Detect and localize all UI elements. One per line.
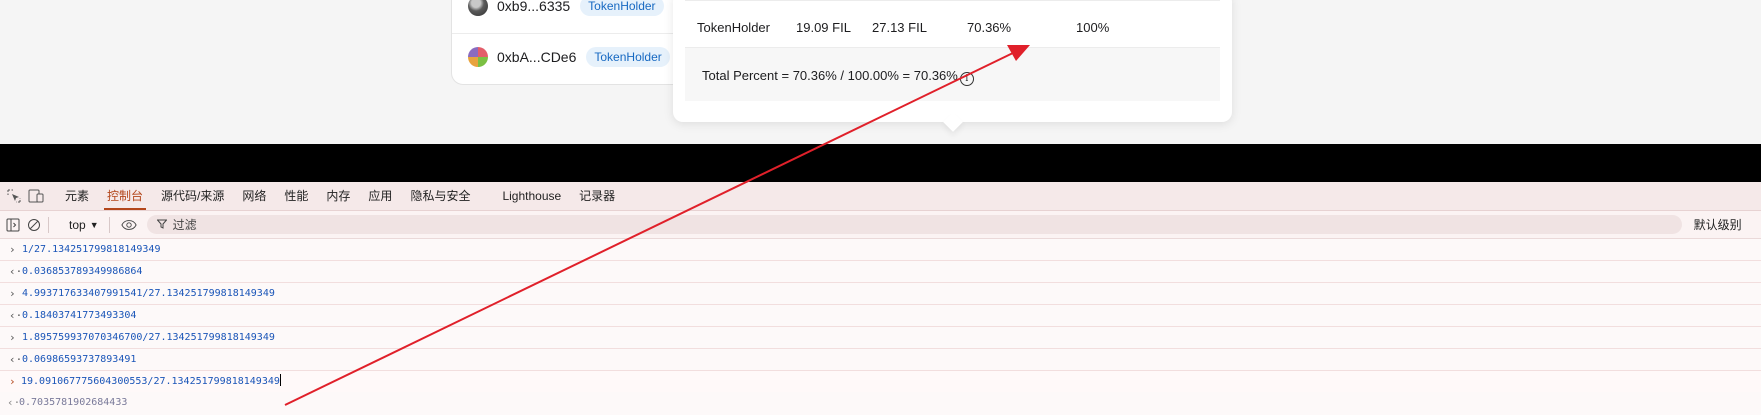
tab-memory[interactable]: 内存 <box>317 182 359 210</box>
tab-sources[interactable]: 源代码/来源 <box>152 182 233 210</box>
log-level-selector[interactable]: 默认级别 <box>1694 216 1742 233</box>
info-icon[interactable]: i <box>959 72 974 86</box>
console-result-line: ‹· 0.18403741773493304 <box>0 305 1761 327</box>
holder-address[interactable]: 0xb9...6335 <box>497 0 570 14</box>
web-page: 0xb9...6335 TokenHolder 0xbA...CDe6 Toke… <box>0 0 1761 144</box>
holder-row[interactable]: 0xb9...6335 TokenHolder <box>468 0 664 19</box>
console-result-line: ‹· 0.036853789349986864 <box>0 261 1761 283</box>
return-arrow-icon: ‹· <box>9 353 23 366</box>
prompt-chevron-icon: › <box>9 375 16 388</box>
divider <box>452 33 692 34</box>
console-input-line: › 4.993717633407991541/27.134251799818149… <box>0 283 1761 305</box>
console-output: › 1/27.134251799818149349 ‹· 0.03685378934… <box>0 239 1761 415</box>
console-eager-preview: ‹· 0.7035781902684433 <box>0 392 1761 413</box>
console-input-line: › 1.895759937070346700/27.134251799818149… <box>0 327 1761 349</box>
black-band <box>0 144 1761 182</box>
context-label: top <box>69 217 86 232</box>
console-toolbar: top ▼ 过滤 默认级别 <box>0 211 1761 239</box>
popup-type: TokenHolder <box>697 20 770 35</box>
inspect-element-icon[interactable] <box>6 188 22 204</box>
holder-tag-badge: TokenHolder <box>580 0 664 16</box>
tab-elements[interactable]: 元素 <box>56 182 98 210</box>
popup-total-percent: Total Percent = 70.36% / 100.00% = 70.36… <box>685 48 1220 101</box>
percent-popup: TokenHolder 19.09 FIL 27.13 FIL 70.36% 1… <box>673 0 1232 122</box>
filter-placeholder: 过滤 <box>172 218 197 232</box>
context-selector[interactable]: top ▼ <box>65 218 103 232</box>
return-arrow-icon: ‹· <box>9 309 23 322</box>
console-input-line: › 1/27.134251799818149349 <box>0 239 1761 261</box>
tab-network[interactable]: 网络 <box>233 182 275 210</box>
holder-list-card: 0xb9...6335 TokenHolder 0xbA...CDe6 Toke… <box>451 0 693 85</box>
popup-weight: 100% <box>1076 20 1110 35</box>
avatar <box>468 47 488 67</box>
chevron-right-icon: › <box>9 331 16 344</box>
sidebar-toggle-icon[interactable] <box>5 217 21 233</box>
caret-down-icon: ▼ <box>89 219 99 230</box>
popup-amount: 19.09 FIL <box>796 20 851 35</box>
chevron-right-icon: › <box>9 287 16 300</box>
devtools-tab-bar: 元素 控制台 源代码/来源 网络 性能 内存 应用 隐私与安全 Lighthou… <box>0 182 1761 211</box>
divider <box>48 216 49 233</box>
console-prompt[interactable]: › 19.091067775604300553/27.13425179981814… <box>0 371 1761 392</box>
console-result-line: ‹· 0.06986593737893491 <box>0 349 1761 371</box>
tab-lighthouse[interactable]: Lighthouse <box>493 182 570 210</box>
filter-icon <box>156 218 168 232</box>
tab-performance[interactable]: 性能 <box>275 182 317 210</box>
filter-input[interactable]: 过滤 <box>146 215 1682 234</box>
holder-tag-badge: TokenHolder <box>586 47 670 67</box>
clear-console-icon[interactable] <box>26 217 42 233</box>
chevron-right-icon: › <box>9 243 16 256</box>
device-toolbar-icon[interactable] <box>28 188 44 204</box>
avatar <box>468 0 488 16</box>
eye-icon[interactable] <box>121 217 137 233</box>
popup-percent: 70.36% <box>967 20 1012 35</box>
holder-row[interactable]: 0xbA...CDe6 TokenHolder <box>468 44 670 70</box>
holder-address[interactable]: 0xbA...CDe6 <box>497 49 576 65</box>
popup-total: 27.13 FIL <box>872 20 927 35</box>
tab-application[interactable]: 应用 <box>359 182 401 210</box>
devtools-panel: 元素 控制台 源代码/来源 网络 性能 内存 应用 隐私与安全 Lighthou… <box>0 182 1761 415</box>
tab-recorder[interactable]: 记录器 <box>570 182 624 210</box>
tab-privacy-security[interactable]: 隐私与安全 <box>401 182 479 210</box>
popup-holder-row: TokenHolder 19.09 FIL 27.13 FIL 70.36% 1… <box>685 1 1220 48</box>
return-arrow-icon: ‹· <box>9 265 23 278</box>
total-percent-text: Total Percent = 70.36% / 100.00% = 70.36… <box>702 68 958 83</box>
tab-console[interactable]: 控制台 <box>98 182 152 210</box>
divider <box>108 216 110 233</box>
